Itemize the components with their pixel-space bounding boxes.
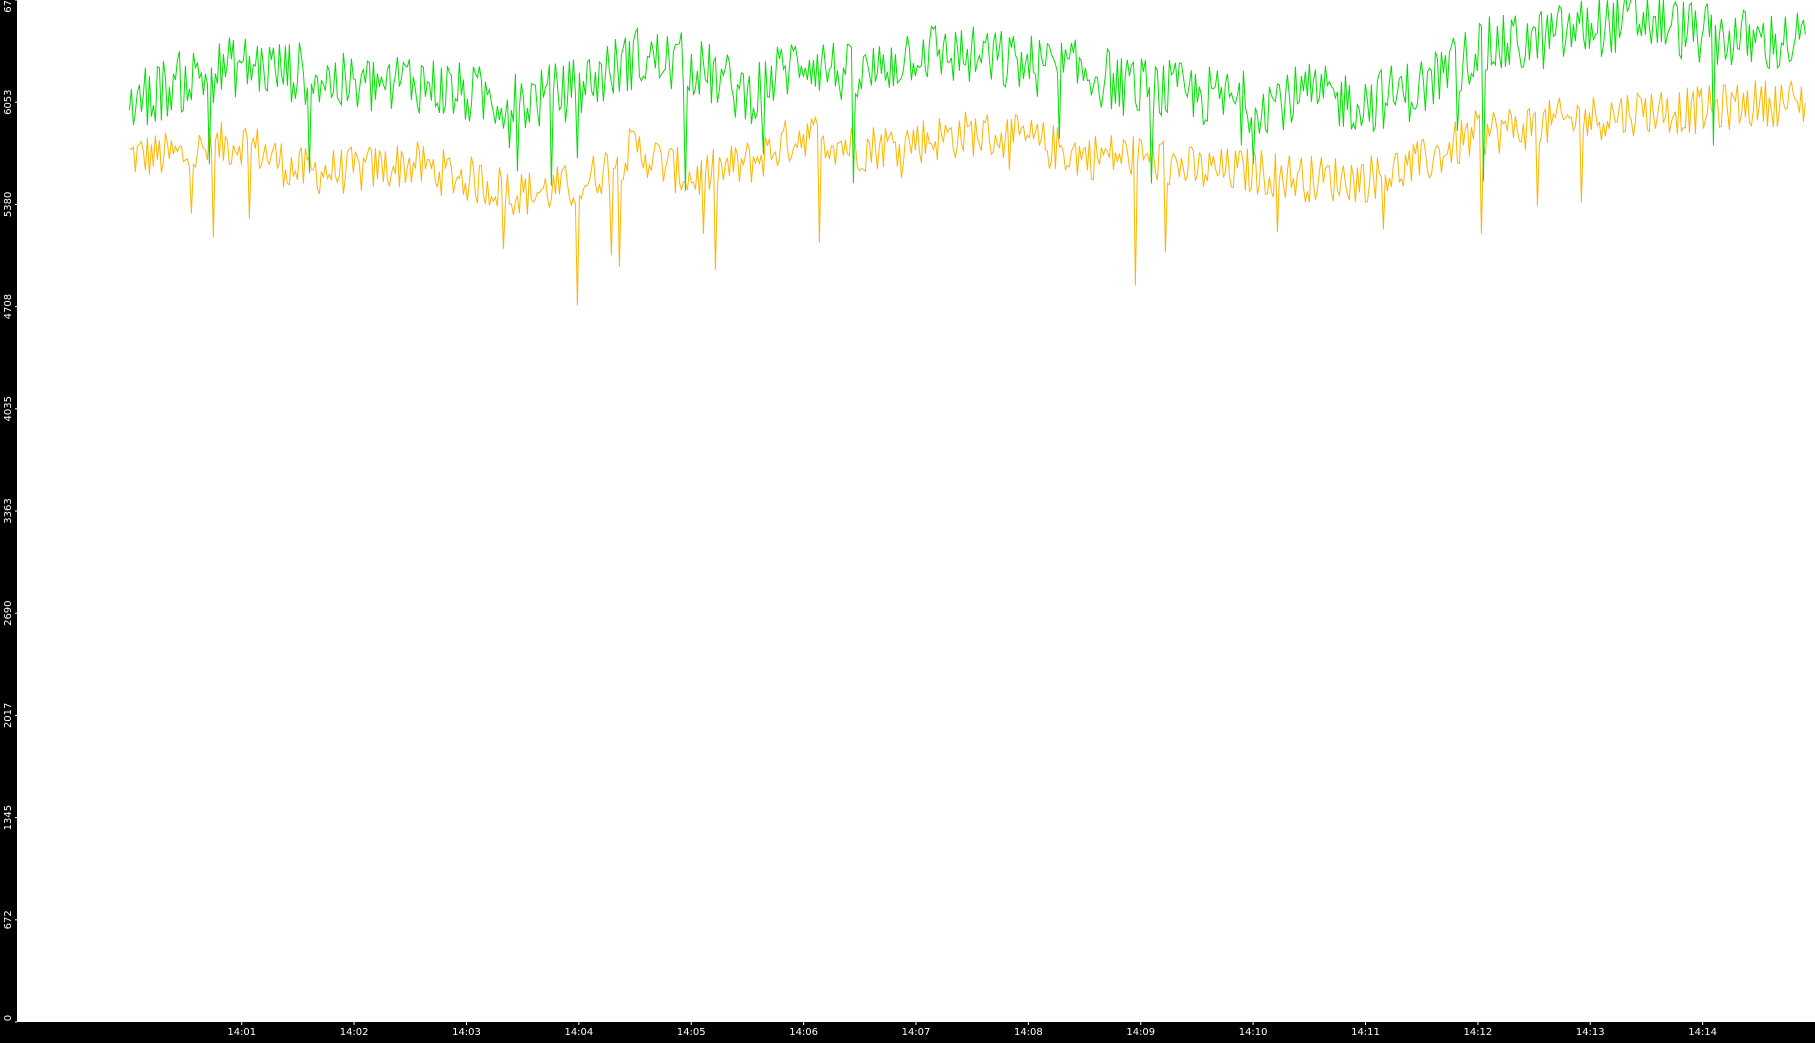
x-tick-label: 14:11 bbox=[1351, 1027, 1380, 1038]
y-tick-label: 6053 bbox=[3, 89, 14, 114]
x-tick-label: 14:03 bbox=[452, 1027, 481, 1038]
x-tick-label: 14:01 bbox=[227, 1027, 256, 1038]
x-tick-label: 14:07 bbox=[902, 1027, 931, 1038]
x-tick-label: 14:12 bbox=[1463, 1027, 1492, 1038]
x-tick-label: 14:10 bbox=[1239, 1027, 1268, 1038]
y-tick-label: 3363 bbox=[3, 498, 14, 523]
x-tick-label: 14:08 bbox=[1014, 1027, 1043, 1038]
x-tick-label: 14:14 bbox=[1688, 1027, 1717, 1038]
x-tick-label: 14:02 bbox=[340, 1027, 369, 1038]
y-tick-label: 4035 bbox=[3, 396, 14, 421]
y-tick-label: 5380 bbox=[3, 192, 14, 217]
plot-area bbox=[17, 0, 1815, 1022]
x-tick-label: 14:13 bbox=[1576, 1027, 1605, 1038]
y-tick-label: 6726 bbox=[3, 0, 14, 13]
x-tick-label: 14:09 bbox=[1126, 1027, 1155, 1038]
x-tick-label: 14:04 bbox=[564, 1027, 593, 1038]
x-tick-label: 14:06 bbox=[789, 1027, 818, 1038]
y-tick-label: 2690 bbox=[3, 600, 14, 625]
x-tick-label: 14:05 bbox=[677, 1027, 706, 1038]
chart-svg: 0 672 1345 2017 2690 3363 4035 4708 5380 6053 6726… bbox=[0, 0, 1815, 1039]
y-tick-label: 2017 bbox=[3, 703, 14, 728]
chart-container: 0 672 1345 2017 2690 3363 4035 4708 5380 6053 6726… bbox=[0, 0, 1815, 1039]
y-tick-label: 4708 bbox=[3, 294, 14, 319]
y-tick-label: 1345 bbox=[3, 805, 14, 830]
y-tick-label: 672 bbox=[3, 910, 14, 929]
y-tick-label: 0 bbox=[3, 1015, 14, 1021]
